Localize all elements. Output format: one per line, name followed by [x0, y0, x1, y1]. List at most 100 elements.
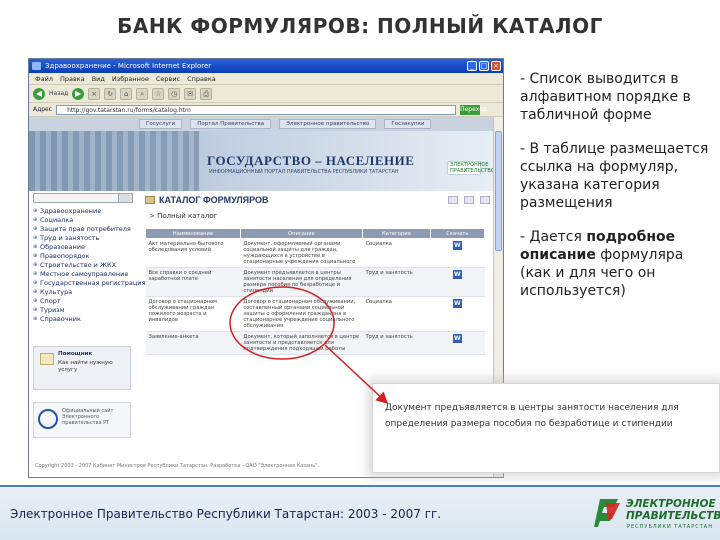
note-list-order: - Список выводится в алфавитном порядке …: [520, 71, 691, 123]
sidebar-item[interactable]: Защита прав потребителя: [33, 225, 133, 234]
catalog-header: КАТАЛОГ ФОРМУЛЯРОВ: [145, 193, 490, 205]
menu-file[interactable]: Файл: [35, 73, 53, 84]
address-bar: Адрес http://gov.tatarstan.ru/forms/cata…: [29, 103, 503, 117]
slide-notes: - Список выводится в алфавитном порядке …: [520, 70, 716, 316]
close-button[interactable]: ×: [491, 61, 501, 71]
sidebar-item[interactable]: Местное самоуправление: [33, 270, 133, 279]
egov-logo-title: ЭЛЕКТРОННОЕ ПРАВИТЕЛЬСТВО: [626, 498, 720, 522]
site-search-input[interactable]: [34, 194, 118, 202]
zoom-callout: Документ предъявляется в центры занятост…: [372, 383, 720, 473]
table-row: Заявление-анкета Документ, который запол…: [145, 331, 485, 355]
form-category: Социалка: [362, 296, 431, 332]
form-name-link[interactable]: Акт материально-бытового обследования ус…: [145, 238, 241, 268]
back-label[interactable]: Назад: [49, 90, 68, 97]
menubar: Файл Правка Вид Избранное Сервис Справка: [29, 73, 503, 85]
maximize-button[interactable]: □: [479, 61, 489, 71]
stop-icon[interactable]: ×: [88, 87, 101, 100]
catalog-title: КАТАЛОГ ФОРМУЛЯРОВ: [159, 195, 269, 205]
banner-logo[interactable]: ЭЛЕКТРОННОЕ ПРАВИТЕЛЬСТВО: [447, 161, 495, 175]
scrollbar-thumb[interactable]: [495, 131, 502, 251]
word-document-icon[interactable]: W: [452, 270, 462, 279]
helper-box[interactable]: Помощник Как найти нужную услугу: [33, 346, 131, 390]
form-description: Документ предъявляется в центры занятост…: [240, 267, 363, 297]
column-header[interactable]: Скачать: [429, 228, 486, 239]
sidebar-item[interactable]: Образование: [33, 243, 133, 252]
helper-text: Как найти нужную услугу: [58, 360, 113, 373]
favorites-icon[interactable]: ☆: [152, 87, 165, 100]
column-header[interactable]: Наименование: [145, 228, 241, 239]
folder-icon: [145, 196, 155, 204]
print-page-icon[interactable]: [448, 196, 458, 204]
main-content: КАТАЛОГ ФОРМУЛЯРОВ > Полный каталог Наим…: [145, 193, 490, 355]
back-icon[interactable]: ◀: [33, 87, 45, 100]
form-category: Труд и занятость: [362, 331, 431, 355]
sidebar-item[interactable]: Культура: [33, 288, 133, 297]
home-icon[interactable]: ⌂: [120, 87, 133, 100]
address-input[interactable]: http://gov.tatarstan.ru/forms/catalog.ht…: [56, 104, 457, 115]
minimize-button[interactable]: _: [467, 61, 477, 71]
form-category: Труд и занятость: [362, 267, 431, 297]
history-icon[interactable]: ◷: [168, 87, 181, 100]
table-row: Договор о стационарном обслуживании граж…: [145, 296, 485, 332]
egov-logo-line2: ПРАВИТЕЛЬСТВО: [626, 510, 720, 522]
print-icon[interactable]: ⎙: [200, 87, 213, 100]
note-description-prefix: - Дается: [520, 229, 587, 245]
menu-help[interactable]: Справка: [187, 73, 216, 84]
banner-image: [29, 131, 199, 191]
site-top-nav: Госуслуги Портал Правительства Электронн…: [29, 117, 495, 131]
sidebar-item[interactable]: Труд и занятость: [33, 234, 133, 243]
breadcrumb[interactable]: > Полный каталог: [145, 212, 490, 220]
menu-view[interactable]: Вид: [92, 73, 105, 84]
egov-logo-line1: ЭЛЕКТРОННОЕ: [626, 498, 716, 510]
address-label: Адрес: [33, 106, 53, 113]
site-copyright: Copyright 2003 - 2007 Кабинет Министров …: [35, 463, 320, 469]
mail-icon[interactable]: ✉: [184, 87, 197, 100]
search-icon[interactable]: ⌕: [136, 87, 149, 100]
sidebar-item[interactable]: Строительство и ЖКХ: [33, 261, 133, 270]
sidebar-item[interactable]: Туризм: [33, 306, 133, 315]
site-nav-item[interactable]: Госуслуги: [139, 119, 183, 129]
forward-icon[interactable]: ▶: [72, 87, 85, 100]
sidebar-item[interactable]: Социалка: [33, 216, 133, 225]
site-nav-item[interactable]: Электронное правительство: [279, 119, 377, 129]
column-header[interactable]: Категория: [361, 228, 431, 239]
sponsor-box[interactable]: Официальный сайт Электронного правительс…: [33, 402, 131, 438]
callout-text: Документ предъявляется в центры занятост…: [385, 403, 679, 429]
sponsor-text: Официальный сайт Электронного правительс…: [62, 408, 114, 426]
form-name-link[interactable]: Заявление-анкета: [145, 331, 241, 355]
sidebar-item[interactable]: Спорт: [33, 297, 133, 306]
go-button[interactable]: Переход: [460, 104, 487, 115]
ie-icon: [32, 62, 41, 70]
site-search-button[interactable]: [118, 194, 132, 202]
form-description: Документ, оформляемый органами социально…: [240, 238, 363, 268]
site-nav-item[interactable]: Портал Правительства: [190, 119, 272, 129]
form-description: Договор о стационарном обслуживании, сос…: [240, 296, 363, 332]
category-menu: Здравоохранение Социалка Защита прав пот…: [33, 207, 145, 324]
word-document-icon[interactable]: W: [452, 241, 462, 250]
browser-titlebar: Здравоохранение - Microsoft Internet Exp…: [29, 59, 503, 73]
window-title: Здравоохранение - Microsoft Internet Exp…: [45, 62, 212, 70]
refresh-icon[interactable]: ↻: [104, 87, 117, 100]
site-nav-item[interactable]: Госзакупки: [384, 119, 432, 129]
menu-edit[interactable]: Правка: [60, 73, 85, 84]
word-document-icon[interactable]: W: [452, 299, 462, 308]
banner-title: ГОСУДАРСТВО – НАСЕЛЕНИЕ: [207, 153, 415, 168]
menu-favorites[interactable]: Избранное: [112, 73, 149, 84]
word-document-icon[interactable]: W: [452, 334, 462, 343]
sidebar-item[interactable]: Правопорядок: [33, 252, 133, 261]
slide-title: БАНК ФОРМУЛЯРОВ: ПОЛНЫЙ КАТАЛОГ: [117, 14, 603, 38]
helper-title: Помощник: [58, 351, 93, 357]
footer-text: Электронное Правительство Республики Тат…: [10, 507, 442, 521]
browser-toolbar: ◀ Назад ▶ × ↻ ⌂ ⌕ ☆ ◷ ✉ ⎙: [29, 85, 503, 103]
form-name-link[interactable]: Договор о стационарном обслуживании граж…: [145, 296, 241, 332]
save-page-icon[interactable]: [480, 196, 490, 204]
sidebar-item[interactable]: Здравоохранение: [33, 207, 133, 216]
sidebar-item[interactable]: Государственная регистрация: [33, 279, 145, 288]
form-name-link[interactable]: Все справки о средней заработной плате: [145, 267, 241, 297]
sidebar-item[interactable]: Справочник: [33, 315, 133, 324]
catalog-table: Наименование Описание Категория Скачать …: [145, 228, 486, 355]
menu-tools[interactable]: Сервис: [156, 73, 180, 84]
mail-page-icon[interactable]: [464, 196, 474, 204]
column-header[interactable]: Описание: [239, 228, 363, 239]
note-description: - Дается подробное описание формуляра (к…: [520, 228, 716, 300]
